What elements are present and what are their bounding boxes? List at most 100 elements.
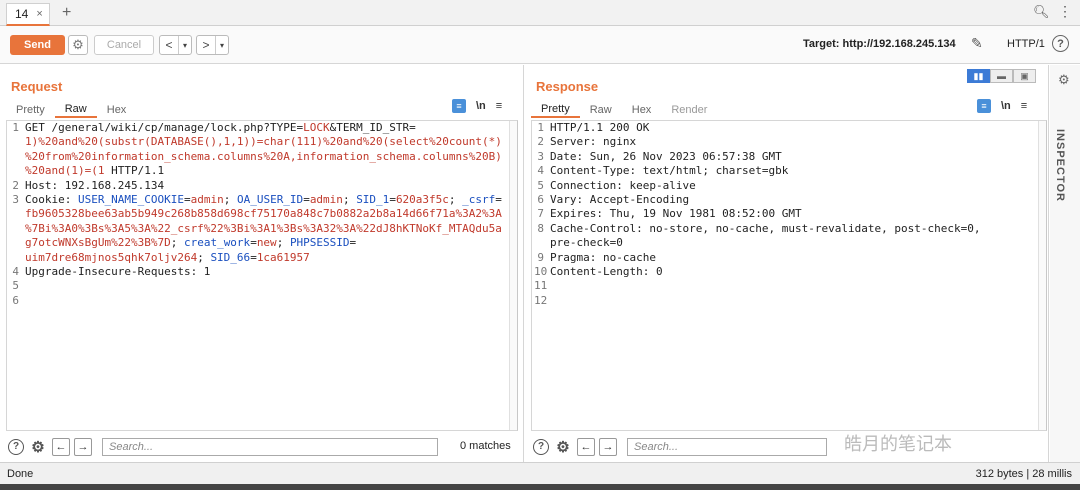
response-line: 12 — [532, 294, 1046, 308]
line-code: Cache-Control: no-store, no-cache, must-… — [550, 221, 981, 235]
tab-hex[interactable]: Hex — [97, 101, 137, 118]
response-view-icons: ≡ \n ≡ — [977, 99, 1027, 113]
request-line: 4 Upgrade-Insecure-Requests: 1 — [7, 265, 517, 279]
request-line: 2 Host: 192.168.245.134 — [7, 179, 517, 193]
request-editor[interactable]: 1 GET /general/wiki/cp/manage/lock.php?TY… — [6, 120, 518, 431]
line-code: HTTP/1.1 200 OK — [550, 121, 650, 134]
help-icon[interactable]: ? — [1052, 35, 1069, 52]
request-line: %20from%20information_schema.columns%20A… — [7, 150, 517, 164]
match-count: 0 matches — [460, 440, 511, 452]
response-line: 6 Vary: Accept-Encoding — [532, 193, 1046, 207]
inspector-sidebar[interactable]: ⚙ INSPECTOR — [1050, 65, 1080, 462]
back-button-group[interactable]: < ▾ — [159, 35, 192, 55]
request-toolbar: Send ⚙ Cancel < ▾ > ▾ Target: http://192… — [0, 26, 1080, 64]
request-line: fb9605328bee63ab5b949c268b858d698cf75170… — [7, 207, 517, 221]
line-code: pre-check=0 — [550, 236, 623, 250]
line-code: fb9605328bee63ab5b949c268b858d698cf75170… — [25, 207, 502, 221]
line-code: GET /general/wiki/cp/manage/lock.php?TYP… — [25, 121, 416, 134]
line-number: 2 — [537, 135, 544, 149]
response-editor[interactable]: 1 HTTP/1.1 200 OK 2 Server: nginx 3 Date: Sun… — [531, 120, 1047, 431]
tab-pretty[interactable]: Pretty — [6, 101, 55, 118]
line-code: Host: 192.168.245.134 — [25, 178, 165, 192]
http-version-label[interactable]: HTTP/1 — [1007, 38, 1045, 50]
line-code: Date: Sun, 26 Nov 2023 06:57:38 GMT — [550, 149, 782, 163]
newline-toggle-icon[interactable]: \n — [1001, 100, 1011, 112]
tab-render[interactable]: Render — [661, 101, 717, 118]
tab-14[interactable]: 14 × — [6, 3, 50, 26]
prev-match-arrow-icon[interactable]: ← — [52, 437, 70, 456]
status-text: Done — [7, 468, 34, 480]
search-icon[interactable]: 🔍︎ — [1033, 4, 1050, 20]
cancel-button[interactable]: Cancel — [94, 35, 154, 55]
response-pane: Response Pretty Raw Hex Render ≡ \n ≡ 1H… — [525, 65, 1049, 462]
response-line: 9 Pragma: no-cache — [532, 251, 1046, 265]
request-line: %7Bi%3A0%3Bs%3A5%3A%22_csrf%22%3Bi%3A1%3… — [7, 222, 517, 236]
response-line: 2 Server: nginx — [532, 135, 1046, 149]
help-icon[interactable]: ? — [533, 438, 549, 455]
single-pane-icon[interactable]: ▣ — [1013, 69, 1036, 83]
line-number: 3 — [12, 192, 19, 206]
response-line: 3 Date: Sun, 26 Nov 2023 06:57:38 GMT — [532, 150, 1046, 164]
gear-icon[interactable]: ⚙ — [68, 35, 88, 55]
request-title: Request — [11, 79, 63, 94]
back-arrow-icon[interactable]: < — [160, 36, 178, 54]
window-border — [0, 484, 1080, 490]
response-search-bar: ? ⚙ ← → Search... — [525, 431, 1048, 462]
line-code: Connection: keep-alive — [550, 178, 696, 192]
line-code: Vary: Accept-Encoding — [550, 192, 690, 206]
request-line: g7otcWNXsBgUm%22%3B%7D; creat_work=new; … — [7, 236, 517, 250]
new-tab-button[interactable]: + — [62, 4, 71, 22]
tab-hex[interactable]: Hex — [622, 101, 662, 118]
help-icon[interactable]: ? — [8, 438, 24, 455]
line-number: 5 — [12, 279, 19, 293]
split-horizontal-icon[interactable]: ▮▮ — [967, 69, 990, 83]
request-view-icons: ≡ \n ≡ — [452, 99, 502, 113]
menu-icon[interactable]: ≡ — [1021, 100, 1027, 112]
gear-icon[interactable]: ⚙ — [30, 439, 46, 456]
request-search-bar: ? ⚙ ← → Search... 0 matches — [0, 431, 523, 462]
target-label: Target: http://192.168.245.134 — [803, 38, 956, 50]
line-number: 4 — [537, 164, 544, 178]
tab-raw[interactable]: Raw — [54, 101, 97, 118]
next-match-arrow-icon[interactable]: → — [599, 437, 617, 456]
response-search-input[interactable]: Search... — [627, 437, 827, 456]
response-scrollbar[interactable] — [1038, 121, 1046, 430]
more-icon[interactable]: ⋮ — [1058, 3, 1072, 20]
tab-pretty[interactable]: Pretty — [531, 101, 580, 118]
watermark: 皓月的笔记本 — [844, 434, 952, 454]
edit-pencil-icon[interactable]: ✎ — [971, 35, 983, 52]
request-scrollbar[interactable] — [509, 121, 517, 430]
line-number: 10 — [534, 264, 548, 278]
line-code: Pragma: no-cache — [550, 250, 656, 264]
line-code: uim7dre68mjnos5qhk7oljv264; SID_66=1ca61… — [25, 250, 310, 264]
response-stats: 312 bytes | 28 millis — [975, 468, 1072, 480]
line-number: 11 — [534, 279, 548, 293]
newline-toggle-icon[interactable]: \n — [476, 100, 486, 112]
inspector-label[interactable]: INSPECTOR — [1054, 129, 1066, 202]
send-button[interactable]: Send — [10, 35, 65, 55]
next-match-arrow-icon[interactable]: → — [74, 437, 92, 456]
response-line: 4 Content-Type: text/html; charset=gbk — [532, 164, 1046, 178]
chevron-down-icon[interactable]: ▾ — [215, 36, 228, 54]
request-line: uim7dre68mjnos5qhk7oljv264; SID_66=1ca61… — [7, 251, 517, 265]
chevron-down-icon[interactable]: ▾ — [178, 36, 191, 54]
line-number: 7 — [537, 207, 544, 221]
split-vertical-icon[interactable]: ▬ — [990, 69, 1013, 83]
format-doc-icon[interactable]: ≡ — [977, 99, 991, 113]
format-doc-icon[interactable]: ≡ — [452, 99, 466, 113]
menu-icon[interactable]: ≡ — [496, 100, 502, 112]
tab-raw[interactable]: Raw — [580, 101, 622, 118]
request-search-input[interactable]: Search... — [102, 437, 438, 456]
close-icon[interactable]: × — [36, 8, 42, 20]
tab-label: 14 — [15, 7, 29, 21]
request-line: %20and(1)=(1 HTTP/1.1 — [7, 164, 517, 178]
forward-button-group[interactable]: > ▾ — [196, 35, 229, 55]
request-line: 3 Cookie: USER_NAME_COOKIE=admin; OA_USER… — [7, 193, 517, 207]
gear-icon[interactable]: ⚙ — [1058, 72, 1070, 88]
response-line: pre-check=0 — [532, 236, 1046, 250]
forward-arrow-icon[interactable]: > — [197, 36, 215, 54]
line-number: 3 — [537, 149, 544, 163]
line-code: Server: nginx — [550, 135, 637, 149]
gear-icon[interactable]: ⚙ — [555, 439, 571, 456]
prev-match-arrow-icon[interactable]: ← — [577, 437, 595, 456]
